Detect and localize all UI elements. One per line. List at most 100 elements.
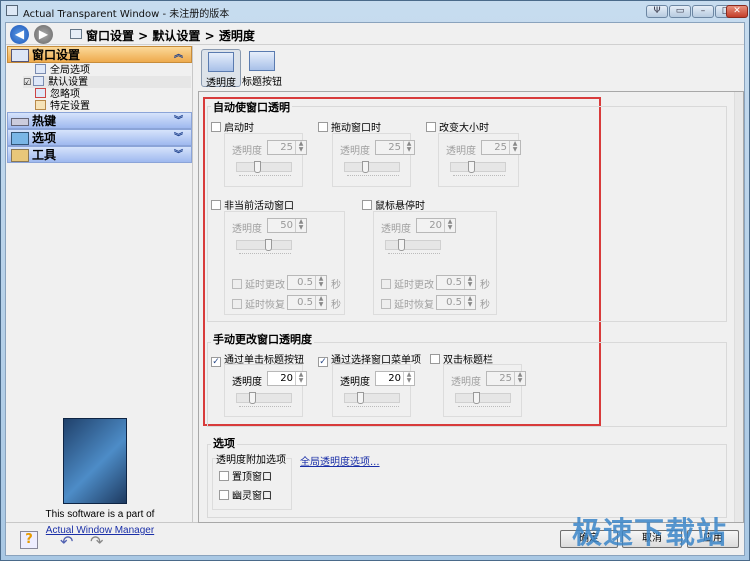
spin-arrows-icon[interactable]: ▲ ▼	[315, 296, 326, 309]
checkbox-box	[211, 122, 221, 132]
opacity-slider[interactable]	[344, 161, 400, 176]
delay-change-checkbox[interactable]: 延时更改	[232, 276, 285, 291]
tree-item-global[interactable]: 全局选项	[35, 64, 90, 76]
opacity-label: 透明度	[232, 377, 262, 388]
tab-transparency[interactable]: 透明度	[201, 49, 241, 89]
undo-icon[interactable]: ↶	[60, 532, 73, 551]
sidebar-section-hotkeys[interactable]: 热键 ︾	[7, 112, 192, 129]
opacity-spinner[interactable]: 20 ▲ ▼	[416, 218, 456, 233]
checkbox-label: 延时更改	[394, 280, 434, 291]
opacity-spinner[interactable]: 25 ▲ ▼	[486, 371, 526, 386]
opacity-spinner[interactable]: 20 ▲ ▼	[375, 371, 415, 386]
manual-group-title: 手动更改窗口透明度	[211, 331, 314, 347]
slider-thumb[interactable]	[249, 392, 256, 404]
sidebar-section-window-settings[interactable]: 窗口设置 ︽	[7, 46, 192, 63]
minimize-button[interactable]: –	[692, 5, 714, 18]
slider-thumb[interactable]	[362, 161, 369, 173]
chevron-down-icon[interactable]: ︾	[174, 113, 183, 130]
tree-item-specific[interactable]: 特定设置	[35, 100, 90, 112]
chevron-up-icon[interactable]: ︽	[174, 47, 183, 64]
slider-thumb[interactable]	[398, 239, 405, 251]
auto-2-checkbox[interactable]: 改变大小时	[426, 119, 489, 134]
auto-0-checkbox[interactable]: 启动时	[211, 119, 254, 134]
ghost-window-checkbox[interactable]: 幽灵窗口	[219, 487, 272, 502]
slider-thumb[interactable]	[254, 161, 261, 173]
spin-arrows-icon[interactable]: ▲ ▼	[464, 296, 475, 309]
spin-arrows-icon[interactable]: ▲ ▼	[444, 219, 455, 232]
delay-value: 0.5	[446, 277, 462, 288]
opacity-spinner[interactable]: 25 ▲ ▼	[375, 140, 415, 155]
checkbox-box	[318, 122, 328, 132]
slider-thumb[interactable]	[468, 161, 475, 173]
close-button[interactable]: ✕	[726, 5, 748, 18]
app-window: Actual Transparent Window - 未注册的版本 Ψ ▭ –…	[0, 0, 750, 561]
chevron-down-icon[interactable]: ︾	[174, 147, 183, 164]
auto-1-checkbox[interactable]: 拖动窗口时	[318, 119, 381, 134]
opacity-label: 透明度	[232, 224, 262, 235]
auto-4-checkbox[interactable]: 鼠标悬停时	[362, 197, 425, 212]
opacity-spinner[interactable]: 25 ▲ ▼	[481, 140, 521, 155]
spin-arrows-icon[interactable]: ▲ ▼	[514, 372, 525, 385]
delay-restore-spinner[interactable]: 0.5 ▲ ▼	[436, 295, 476, 310]
global-options-icon	[35, 64, 46, 74]
opacity-spinner[interactable]: 50 ▲ ▼	[267, 218, 307, 233]
always-on-top-checkbox[interactable]: 置顶窗口	[219, 468, 272, 483]
checkbox-label: 置顶窗口	[232, 472, 272, 483]
main-panel: 透明度 标题按钮 自动使窗口透明 启动时 透明度 25 ▲ ▼ 拖动窗口时 透明度 …	[196, 46, 744, 523]
opacity-slider[interactable]	[236, 161, 292, 176]
help-icon[interactable]: ?	[20, 531, 38, 549]
spin-arrows-icon[interactable]: ▲ ▼	[509, 141, 520, 154]
keyboard-icon	[11, 118, 29, 126]
pin-button[interactable]: Ψ	[646, 5, 668, 18]
spin-arrows-icon[interactable]: ▲ ▼	[464, 276, 475, 289]
rollup-button[interactable]: ▭	[669, 5, 691, 18]
spin-arrows-icon[interactable]: ▲ ▼	[295, 219, 306, 232]
tab-label: 透明度	[206, 78, 236, 89]
spin-arrows-icon[interactable]: ▲ ▼	[295, 141, 306, 154]
slider-thumb[interactable]	[473, 392, 480, 404]
forward-icon[interactable]: ▶	[34, 25, 53, 44]
delay-change-spinner[interactable]: 0.5 ▲ ▼	[436, 275, 476, 290]
opacity-slider[interactable]	[450, 161, 506, 176]
checkmark-icon: ☑	[23, 78, 32, 88]
tools-icon	[11, 149, 29, 162]
delay-change-checkbox[interactable]: 延时更改	[381, 276, 434, 291]
tree-item-default[interactable]: ☑ 默认设置	[23, 76, 191, 88]
spin-arrows-icon[interactable]: ▲ ▼	[403, 372, 414, 385]
spin-arrows-icon[interactable]: ▲ ▼	[295, 372, 306, 385]
opacity-spinner[interactable]: 20 ▲ ▼	[267, 371, 307, 386]
opacity-slider[interactable]	[385, 239, 441, 254]
opacity-slider[interactable]	[236, 239, 292, 254]
tab-title-buttons[interactable]: 标题按钮	[242, 49, 282, 88]
spin-arrows-icon[interactable]: ▲ ▼	[315, 276, 326, 289]
delay-change-spinner[interactable]: 0.5 ▲ ▼	[287, 275, 327, 290]
seconds-label: 秒	[480, 280, 490, 291]
title-bar: Actual Transparent Window - 未注册的版本 Ψ ▭ –…	[1, 1, 749, 21]
opacity-value: 25	[499, 373, 512, 384]
opacity-slider[interactable]	[455, 392, 511, 407]
opacity-slider[interactable]	[236, 392, 292, 407]
redo-icon[interactable]: ↷	[90, 532, 103, 551]
back-icon[interactable]: ◀	[10, 25, 29, 44]
window-icon	[70, 29, 82, 39]
auto-3-checkbox[interactable]: 非当前活动窗口	[211, 197, 294, 212]
tree-item-ignore[interactable]: 忽略项	[35, 88, 80, 100]
opacity-label: 透明度	[232, 146, 262, 157]
chevron-down-icon[interactable]: ︾	[174, 130, 183, 147]
spin-arrows-icon[interactable]: ▲ ▼	[403, 141, 414, 154]
delay-restore-spinner[interactable]: 0.5 ▲ ▼	[287, 295, 327, 310]
sidebar-section-options[interactable]: 选项 ︾	[7, 129, 192, 146]
vertical-scrollbar[interactable]	[734, 92, 743, 522]
global-transparency-link[interactable]: 全局透明度选项...	[300, 453, 380, 468]
slider-thumb[interactable]	[357, 392, 364, 404]
specific-settings-icon	[35, 100, 46, 110]
section-label: 选项	[32, 131, 57, 145]
slider-thumb[interactable]	[265, 239, 272, 251]
opacity-spinner[interactable]: 25 ▲ ▼	[267, 140, 307, 155]
sidebar-section-tools[interactable]: 工具 ︾	[7, 146, 192, 163]
delay-restore-checkbox[interactable]: 延时恢复	[381, 296, 434, 311]
opacity-slider[interactable]	[344, 392, 400, 407]
slider-ticks	[453, 175, 505, 178]
opacity-value: 20	[429, 220, 442, 231]
delay-restore-checkbox[interactable]: 延时恢复	[232, 296, 285, 311]
